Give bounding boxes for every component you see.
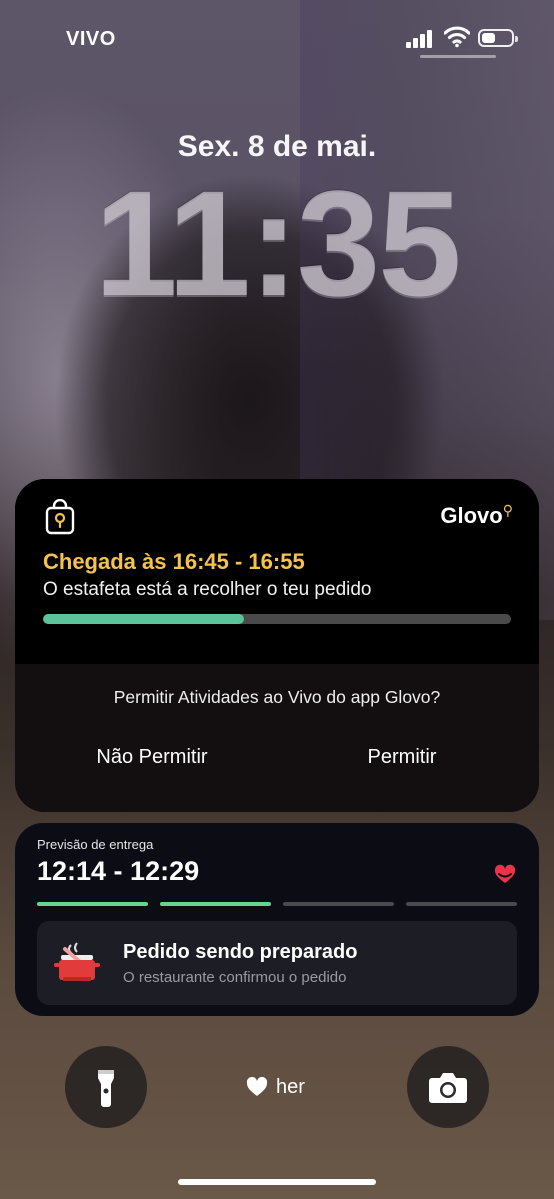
flashlight-button[interactable] — [65, 1046, 147, 1128]
progress-step — [406, 902, 517, 906]
deny-button[interactable]: Não Permitir — [55, 732, 249, 782]
eta-label: Previsão de entrega — [37, 837, 154, 852]
eta-range: 12:14 - 12:29 — [37, 856, 200, 886]
courier-status: O estafeta está a recolher o teu pedido — [43, 579, 372, 600]
battery-icon — [478, 29, 518, 47]
order-status-title: Pedido sendo preparado — [123, 941, 358, 963]
camera-icon — [429, 1073, 467, 1103]
progress-steps — [37, 902, 517, 906]
delivery-status-card[interactable]: Previsão de entrega 12:14 - 12:29 Pedido… — [15, 823, 539, 1016]
live-activity-permission: Permitir Atividades ao Vivo do app Glovo… — [15, 664, 539, 812]
shopping-bag-icon — [45, 499, 75, 535]
progress-step — [283, 902, 394, 906]
arrival-time: Chegada às 16:45 - 16:55 — [43, 549, 305, 574]
progress-step — [160, 902, 271, 906]
focus-mode-label: her — [276, 1075, 305, 1098]
home-indicator[interactable] — [178, 1179, 376, 1185]
lock-time: 11:35 — [94, 159, 461, 327]
carrier-name: VIVO — [66, 28, 116, 50]
status-bar: VIVO — [0, 24, 554, 54]
glovo-logo: Glovo⚲ — [440, 502, 513, 528]
progress-step — [37, 902, 148, 906]
cellular-signal-icon — [406, 28, 434, 48]
delivery-progress-bar — [43, 614, 511, 624]
cooking-pot-icon — [54, 942, 100, 981]
brand-heart-icon — [494, 864, 516, 883]
wifi-icon — [443, 26, 471, 53]
live-activity-card[interactable]: Glovo⚲ Chegada às 16:45 - 16:55 O estafe… — [15, 479, 539, 812]
heart-icon — [246, 1077, 268, 1096]
control-center-indicator[interactable] — [420, 55, 496, 58]
order-status-box: Pedido sendo preparado O restaurante con… — [37, 921, 517, 1005]
flashlight-icon — [98, 1070, 114, 1107]
live-activity-content[interactable]: Glovo⚲ Chegada às 16:45 - 16:55 O estafe… — [15, 479, 539, 664]
permission-question: Permitir Atividades ao Vivo do app Glovo… — [113, 687, 441, 707]
focus-mode[interactable]: her — [246, 1075, 305, 1099]
location-pin-icon: ⚲ — [502, 502, 513, 518]
delivery-progress-fill — [43, 614, 245, 624]
allow-button[interactable]: Permitir — [305, 732, 499, 782]
camera-button[interactable] — [407, 1046, 489, 1128]
order-status-subtitle: O restaurante confirmou o pedido — [123, 969, 347, 986]
